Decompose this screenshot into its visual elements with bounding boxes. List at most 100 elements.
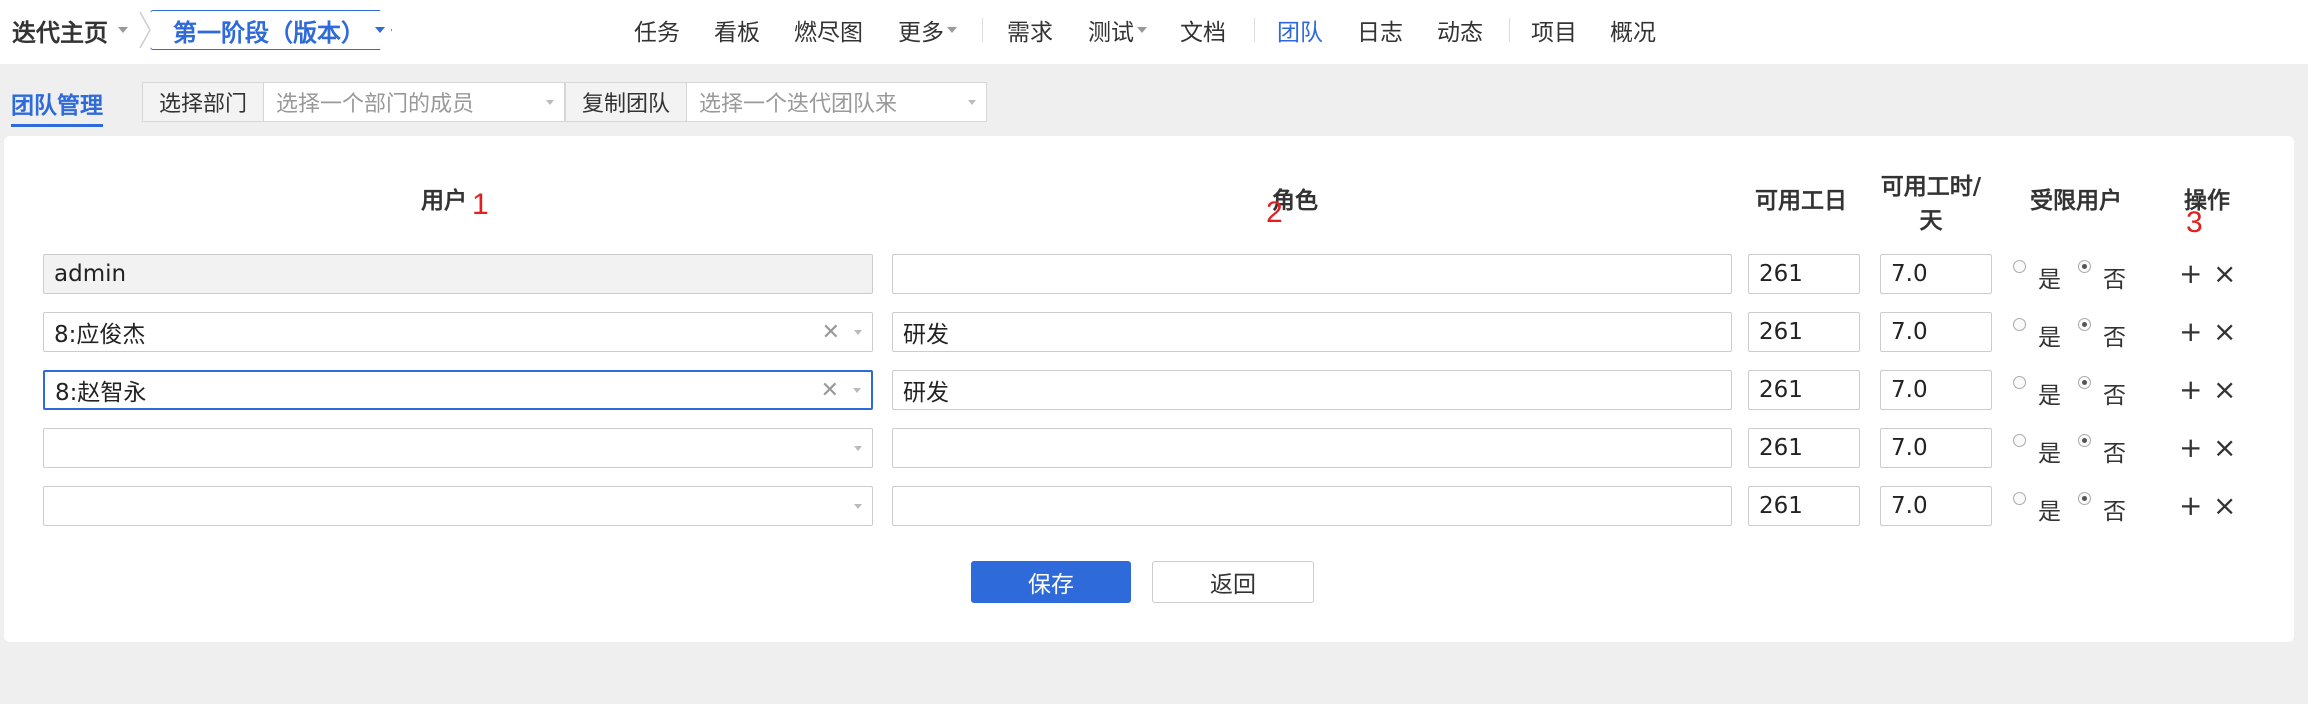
role-input[interactable]: 研发 [892, 370, 1732, 410]
limited-yes-radio[interactable] [2013, 260, 2026, 273]
delete-row-icon[interactable]: × [2213, 260, 2236, 288]
chevron-down-icon [854, 503, 862, 509]
nav-item-burndown[interactable]: 燃尽图 [794, 10, 863, 50]
delete-row-icon[interactable]: × [2213, 318, 2236, 346]
chevron-down-icon [375, 27, 385, 33]
available-days-input[interactable]: 261 [1748, 312, 1860, 352]
limited-no-radio[interactable] [2078, 260, 2091, 273]
hours-per-day-input[interactable]: 7.0 [1880, 428, 1992, 468]
limited-yes-radio[interactable] [2013, 434, 2026, 447]
nav-item-project[interactable]: 项目 [1531, 10, 1577, 50]
user-select[interactable]: 8:应俊杰 ✕ [43, 312, 873, 352]
role-input[interactable] [892, 428, 1732, 468]
department-select-placeholder: 选择一个部门的成员 [276, 92, 475, 117]
department-select[interactable]: 选择部门 选择一个部门的成员 [142, 82, 565, 122]
hours-per-day-value: 7.0 [1891, 493, 1928, 519]
limited-no-radio[interactable] [2078, 434, 2091, 447]
add-row-icon[interactable]: + [2179, 376, 2202, 404]
annotation-marker-1: 1 [472, 188, 489, 221]
nav-item-log[interactable]: 日志 [1357, 10, 1403, 50]
nav-item-more[interactable]: 更多 [898, 10, 957, 50]
nav-item-stories[interactable]: 需求 [1007, 10, 1053, 50]
hours-per-day-value: 7.0 [1891, 319, 1928, 345]
nav-item-kanban[interactable]: 看板 [714, 10, 760, 50]
user-select[interactable] [43, 486, 873, 526]
role-input[interactable] [892, 254, 1732, 294]
user-select-value: 8:赵智永 [55, 380, 147, 406]
hours-per-day-input[interactable]: 7.0 [1880, 486, 1992, 526]
team-form-panel: 用户 角色 可用工日 可用工时/天 受限用户 操作 1 2 3 admin 26… [4, 136, 2294, 642]
user-select[interactable]: 8:赵智永 ✕ [43, 370, 873, 410]
column-header-user: 用户 [421, 188, 467, 214]
nav-item-test[interactable]: 测试 [1088, 10, 1147, 50]
breadcrumb-current[interactable]: 第一阶段（版本） [150, 10, 392, 50]
limited-no-radio[interactable] [2078, 318, 2091, 331]
delete-row-icon[interactable]: × [2213, 492, 2236, 520]
role-input-value: 研发 [903, 380, 949, 406]
available-days-input[interactable]: 261 [1748, 254, 1860, 294]
nav-item-activity[interactable]: 动态 [1437, 10, 1483, 50]
hours-per-day-input[interactable]: 7.0 [1880, 370, 1992, 410]
clear-icon[interactable]: ✕ [822, 320, 840, 345]
nav-item-team[interactable]: 团队 [1277, 10, 1323, 50]
role-input-value: 研发 [903, 322, 949, 348]
team-management-tab[interactable]: 团队管理 [11, 86, 103, 127]
limited-yes-label: 是 [2038, 383, 2061, 409]
limited-yes-radio[interactable] [2013, 318, 2026, 331]
chevron-down-icon [546, 99, 554, 105]
top-navigation: 迭代主页 第一阶段（版本） 任务 看板 燃尽图 更多 需求 测试 文档 团队 日… [0, 0, 2308, 64]
limited-yes-label: 是 [2038, 499, 2061, 525]
chevron-down-icon [118, 27, 128, 33]
delete-row-icon[interactable]: × [2213, 434, 2236, 462]
annotation-marker-3: 3 [2186, 206, 2203, 239]
hours-per-day-value: 7.0 [1891, 435, 1928, 461]
available-days-value: 261 [1759, 261, 1803, 287]
breadcrumb-separator-icon [139, 11, 151, 49]
nav-item-tasks[interactable]: 任务 [634, 10, 680, 50]
nav-item-docs[interactable]: 文档 [1180, 10, 1226, 50]
limited-no-label: 否 [2103, 325, 2126, 351]
user-select-value: admin [54, 261, 127, 287]
limited-no-radio[interactable] [2078, 376, 2091, 389]
limited-no-radio[interactable] [2078, 492, 2091, 505]
available-days-input[interactable]: 261 [1748, 486, 1860, 526]
hours-per-day-input[interactable]: 7.0 [1880, 254, 1992, 294]
user-select-value: 8:应俊杰 [54, 322, 146, 348]
add-row-icon[interactable]: + [2179, 260, 2202, 288]
user-select[interactable]: admin [43, 254, 873, 294]
hours-per-day-input[interactable]: 7.0 [1880, 312, 1992, 352]
delete-row-icon[interactable]: × [2213, 376, 2236, 404]
nav-divider [1509, 18, 1510, 42]
available-days-value: 261 [1759, 493, 1803, 519]
breadcrumb-home[interactable]: 迭代主页 [0, 10, 145, 50]
breadcrumb-current-label: 第一阶段（版本） [173, 18, 365, 47]
limited-yes-label: 是 [2038, 441, 2061, 467]
user-select[interactable] [43, 428, 873, 468]
limited-yes-radio[interactable] [2013, 376, 2026, 389]
save-button[interactable]: 保存 [971, 561, 1131, 603]
available-days-input[interactable]: 261 [1748, 428, 1860, 468]
limited-yes-radio[interactable] [2013, 492, 2026, 505]
limited-no-label: 否 [2103, 499, 2126, 525]
back-button[interactable]: 返回 [1152, 561, 1314, 603]
add-row-icon[interactable]: + [2179, 434, 2202, 462]
role-input[interactable]: 研发 [892, 312, 1732, 352]
role-input[interactable] [892, 486, 1732, 526]
column-header-limited-user: 受限用户 [2030, 188, 2122, 214]
nav-divider [982, 18, 983, 42]
limited-no-label: 否 [2103, 383, 2126, 409]
breadcrumb-home-label: 迭代主页 [12, 18, 108, 47]
nav-item-overview[interactable]: 概况 [1610, 10, 1656, 50]
chevron-down-icon [854, 329, 862, 335]
add-row-icon[interactable]: + [2179, 492, 2202, 520]
copy-team-select-placeholder: 选择一个迭代团队来 [699, 92, 898, 117]
available-days-input[interactable]: 261 [1748, 370, 1860, 410]
add-row-icon[interactable]: + [2179, 318, 2202, 346]
hours-per-day-value: 7.0 [1891, 261, 1928, 287]
limited-yes-label: 是 [2038, 325, 2061, 351]
column-header-actions: 操作 [2184, 188, 2230, 214]
copy-team-select[interactable]: 复制团队 选择一个迭代团队来 [565, 82, 987, 122]
chevron-down-icon [1137, 27, 1147, 33]
limited-no-label: 否 [2103, 441, 2126, 467]
clear-icon[interactable]: ✕ [821, 378, 839, 403]
